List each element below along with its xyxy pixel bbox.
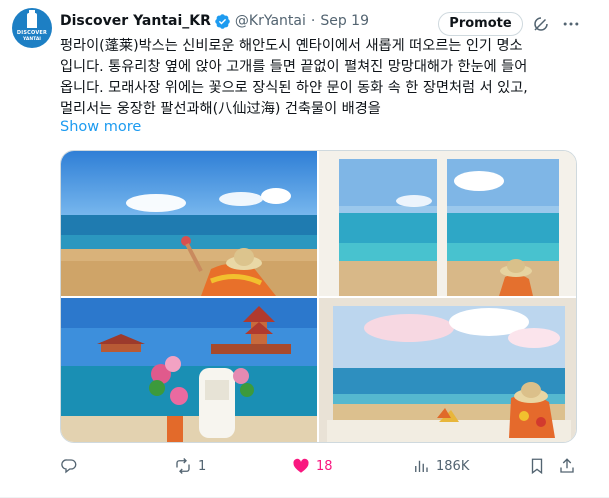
bookmark-icon [531, 458, 543, 475]
tweet-header: Discover Yantai_KR @KrYantai · Sep 19 [60, 11, 369, 31]
repost-count: 1 [198, 458, 207, 474]
tweet[interactable]: DISCOVER YANTAI Discover Yantai_KR @KrYa… [0, 0, 609, 498]
action-bar: 1 18 186K [60, 456, 590, 476]
views-icon [415, 460, 428, 472]
lighthouse-logo-icon [27, 10, 37, 28]
reply-icon [61, 459, 77, 474]
bookmark-button[interactable] [528, 456, 546, 476]
share-icon [560, 458, 574, 473]
post-date[interactable]: Sep 19 [320, 13, 369, 29]
photo-beach-sitting[interactable] [61, 151, 317, 296]
share-button[interactable] [558, 456, 576, 476]
views-count: 186K [436, 458, 470, 474]
display-name[interactable]: Discover Yantai_KR [60, 13, 211, 29]
tweet-text-line: 멀리서는 웅장한 팔선과해(八仙过海) 건축물이 배경을 [60, 101, 381, 117]
tweet-text-line: 입니다. 통유리창 옆에 앉아 고개를 들면 끝없이 펼쳐진 망망대해가 한눈에… [60, 59, 528, 75]
photo-window-ocean[interactable] [319, 151, 576, 296]
verified-badge-icon[interactable] [214, 13, 231, 30]
photo-flower-door-pavilion[interactable] [61, 298, 317, 442]
repost-button[interactable]: 1 [174, 456, 206, 476]
avatar[interactable]: DISCOVER YANTAI [12, 8, 52, 48]
heart-icon [293, 458, 309, 473]
views-button[interactable]: 186K [412, 456, 469, 476]
more-icon[interactable] [561, 16, 581, 32]
reply-button[interactable] [60, 456, 84, 476]
separator-dot: · [310, 13, 316, 29]
tweet-text-line: 옵니다. 모래사장 위에는 꽃으로 장식된 하얀 문이 동화 속 한 장면처럼 … [60, 80, 528, 96]
grok-icon[interactable] [532, 15, 550, 33]
repost-icon [176, 458, 190, 474]
avatar-text-line1: DISCOVER [16, 30, 48, 36]
avatar-text-line2: YANTAI [23, 37, 41, 42]
tweet-text: 펑라이(蓬莱)박스는 신비로운 해안도시 옌타이에서 새롭게 떠오르는 인기 명… [60, 36, 590, 120]
media-grid [60, 150, 577, 443]
photo-window-ledge-ocean[interactable] [319, 298, 576, 442]
tweet-text-line: 펑라이(蓬莱)박스는 신비로운 해안도시 옌타이에서 새롭게 떠오르는 인기 명… [60, 38, 523, 54]
like-count: 18 [316, 458, 333, 474]
show-more-link[interactable]: Show more [60, 119, 141, 135]
like-button[interactable]: 18 [292, 456, 333, 476]
promote-button[interactable]: Promote [438, 12, 523, 36]
account-handle[interactable]: @KrYantai [235, 13, 306, 29]
